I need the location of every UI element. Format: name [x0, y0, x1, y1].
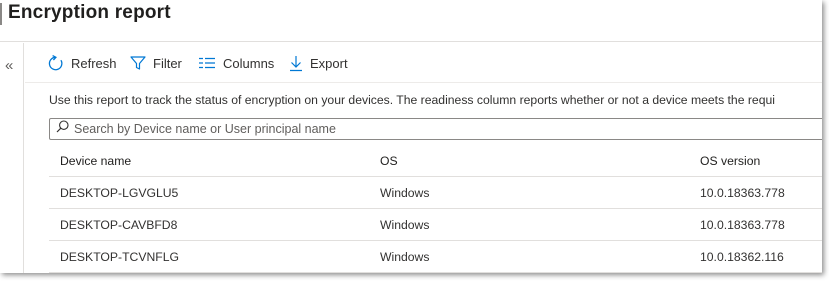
filter-button[interactable]: Filter	[130, 52, 182, 74]
command-bar: Refresh Filter Columns Export	[25, 43, 822, 83]
devices-table: Device name OS OS version DESKTOP-LGVGLU…	[49, 145, 822, 273]
columns-label: Columns	[223, 55, 275, 71]
title-accent	[0, 3, 2, 25]
collapse-pane: «	[0, 43, 24, 273]
device-name-cell: DESKTOP-CAVBFD8	[60, 217, 178, 232]
column-header-os[interactable]: OS	[380, 145, 398, 176]
filter-label: Filter	[153, 55, 182, 71]
refresh-icon	[47, 54, 64, 72]
os-version-cell: 10.0.18363.778	[700, 217, 785, 232]
column-header-os-version[interactable]: OS version	[700, 145, 760, 176]
search-icon	[50, 120, 69, 138]
device-name-cell: DESKTOP-LGVGLU5	[60, 185, 179, 200]
table-row[interactable]: DESKTOP-CAVBFD8 Windows 10.0.18363.778	[49, 209, 822, 241]
search-box	[49, 118, 822, 140]
os-version-cell: 10.0.18363.778	[700, 185, 785, 200]
os-cell: Windows	[380, 217, 430, 232]
refresh-label: Refresh	[71, 55, 117, 71]
page-title: Encryption report	[8, 2, 171, 23]
export-button[interactable]: Export	[289, 52, 348, 74]
table-header: Device name OS OS version	[49, 145, 822, 177]
filter-icon	[130, 55, 146, 71]
report-description: Use this report to track the status of e…	[49, 93, 775, 107]
os-version-cell: 10.0.18362.116	[700, 249, 784, 264]
os-cell: Windows	[380, 249, 430, 264]
refresh-button[interactable]: Refresh	[47, 52, 117, 74]
table-row[interactable]: DESKTOP-LGVGLU5 Windows 10.0.18363.778	[49, 177, 822, 209]
title-bar: Encryption report	[0, 0, 822, 42]
collapse-menu-icon[interactable]: «	[5, 58, 13, 73]
device-name-cell: DESKTOP-TCVNFLG	[60, 249, 179, 264]
export-label: Export	[310, 55, 348, 71]
table-row[interactable]: DESKTOP-TCVNFLG Windows 10.0.18362.116	[49, 241, 822, 273]
search-input[interactable]	[74, 122, 774, 136]
download-icon	[289, 55, 303, 72]
column-header-device-name[interactable]: Device name	[60, 145, 131, 176]
os-cell: Windows	[380, 185, 430, 200]
columns-icon	[198, 56, 216, 70]
columns-button[interactable]: Columns	[198, 52, 274, 74]
report-blade: Encryption report « Refresh Filter Colum…	[0, 0, 822, 273]
